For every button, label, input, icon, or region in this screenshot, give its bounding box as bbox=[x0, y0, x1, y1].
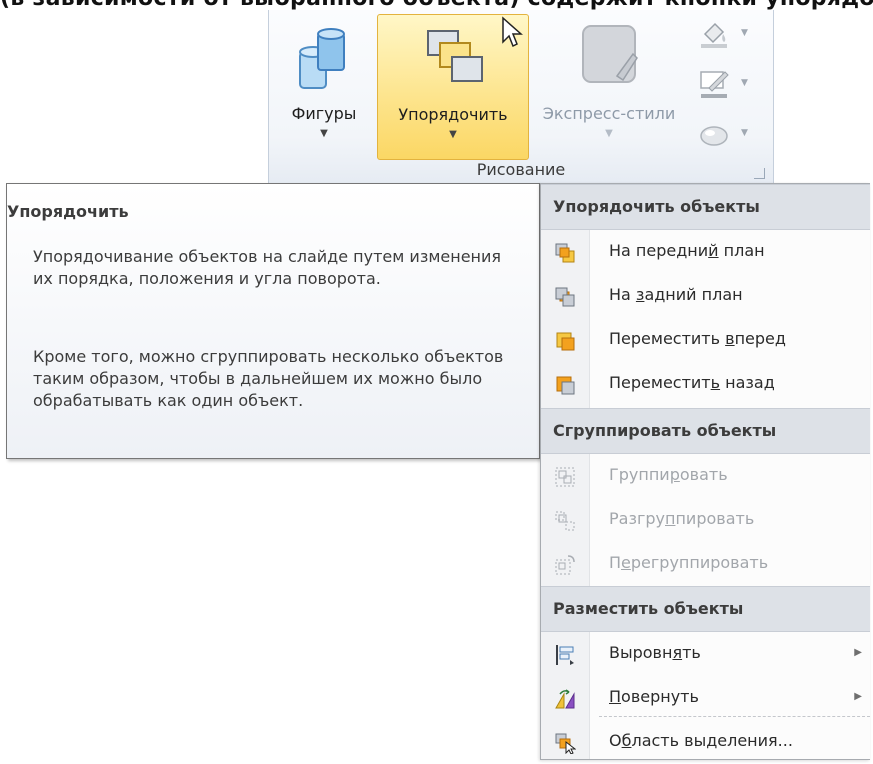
align-icon bbox=[556, 645, 574, 665]
menu-item-regroup[interactable]: Перегруппировать bbox=[541, 542, 870, 586]
menu-item-bring-to-front[interactable]: На передний план bbox=[541, 230, 870, 274]
shape-fill-button[interactable]: ▼ bbox=[697, 16, 763, 66]
menu-item-send-backward[interactable]: Переместить назад bbox=[541, 362, 870, 406]
chevron-down-icon: ▼ bbox=[605, 128, 613, 139]
arrange-label: Упорядочить bbox=[398, 105, 508, 124]
quick-styles-button[interactable]: Экспресс-стили ▼ bbox=[535, 14, 683, 160]
menu-separator bbox=[599, 716, 870, 717]
section-group-objects: Сгруппировать объекты bbox=[541, 408, 870, 454]
menu-item-group[interactable]: Группировать bbox=[541, 454, 870, 498]
pen-outline-icon bbox=[700, 71, 729, 98]
shapes-icon bbox=[299, 28, 345, 89]
drawing-ribbon-group: Фигуры ▼ Упорядочить ▼ Экспресс-стили ▼ bbox=[268, 10, 774, 192]
shape-outline-button[interactable]: ▼ bbox=[697, 66, 763, 116]
chevron-down-icon: ▼ bbox=[741, 28, 748, 38]
tooltip-paragraph-1: Упорядочивание объектов на слайде путем … bbox=[33, 247, 502, 288]
paint-bucket-icon bbox=[701, 22, 727, 48]
chevron-down-icon: ▼ bbox=[320, 128, 328, 139]
menu-item-ungroup[interactable]: Разгруппировать bbox=[541, 498, 870, 542]
section-order-objects: Упорядочить объекты bbox=[541, 184, 870, 230]
group-icon bbox=[555, 467, 575, 487]
arrange-dropdown-menu: Упорядочить объекты На передний план На … bbox=[540, 183, 870, 760]
menu-item-align[interactable]: Выровнять ▶ bbox=[541, 632, 870, 676]
shape-effects-button[interactable]: ▼ bbox=[697, 116, 763, 166]
shapes-label: Фигуры bbox=[291, 104, 357, 123]
chevron-down-icon: ▼ bbox=[741, 78, 748, 88]
section-position-objects: Разместить объекты bbox=[541, 586, 870, 632]
menu-item-selection-pane[interactable]: Область выделения... bbox=[541, 720, 870, 764]
shape-effects-icon bbox=[700, 126, 728, 146]
chevron-down-icon: ▼ bbox=[741, 128, 748, 138]
bring-forward-icon bbox=[556, 332, 575, 351]
regroup-icon bbox=[555, 555, 575, 575]
selection-pane-icon bbox=[555, 733, 576, 754]
mouse-pointer-icon bbox=[502, 16, 523, 48]
tooltip-paragraph-2: Кроме того, можно сгруппировать нескольк… bbox=[33, 347, 504, 410]
menu-item-send-to-back[interactable]: На задний план bbox=[541, 274, 870, 318]
submenu-arrow-icon: ▶ bbox=[854, 691, 862, 702]
rotate-icon bbox=[555, 689, 575, 709]
quick-styles-icon bbox=[582, 25, 638, 83]
submenu-arrow-icon: ▶ bbox=[854, 647, 862, 658]
menu-item-rotate[interactable]: Повернуть ▶ bbox=[541, 676, 870, 720]
tooltip-title: Упорядочить bbox=[7, 202, 129, 221]
shapes-button[interactable]: Фигуры ▼ bbox=[283, 14, 365, 160]
dialog-launcher-icon[interactable] bbox=[754, 168, 765, 179]
arrange-tooltip: Упорядочить Упорядочивание объектов на с… bbox=[6, 183, 540, 459]
chevron-down-icon: ▼ bbox=[449, 129, 457, 140]
quick-styles-label: Экспресс-стили bbox=[542, 104, 676, 123]
send-backward-icon bbox=[556, 376, 575, 395]
send-to-back-icon bbox=[555, 287, 575, 307]
format-small-buttons: ▼ ▼ ▼ bbox=[697, 16, 763, 166]
ungroup-icon bbox=[555, 511, 575, 531]
arrange-icon bbox=[427, 30, 483, 82]
menu-item-bring-forward[interactable]: Переместить вперед bbox=[541, 318, 870, 362]
bring-to-front-icon bbox=[555, 243, 575, 263]
